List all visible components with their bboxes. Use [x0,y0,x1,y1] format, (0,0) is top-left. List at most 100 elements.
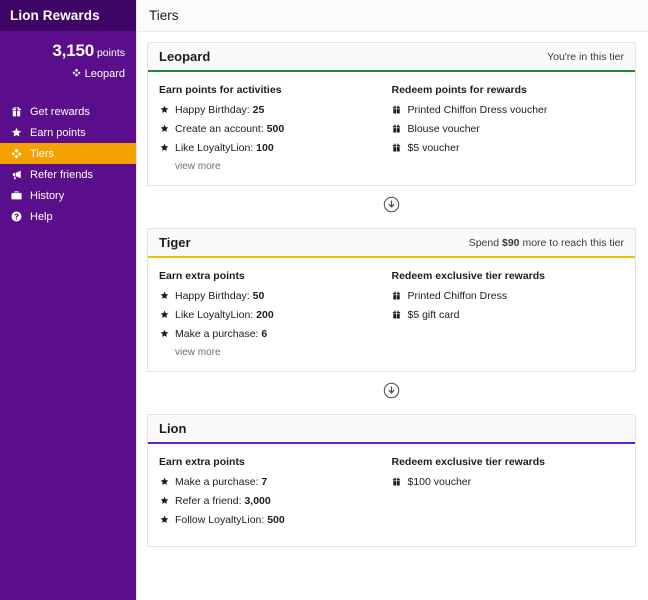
gift-icon [392,104,402,114]
sidebar-item-get-rewards[interactable]: Get rewards [0,101,136,122]
earn-item: Like LoyaltyLion: 200 [159,309,392,322]
star-icon [159,328,169,338]
arrow-down-circle-icon[interactable] [383,382,400,404]
tiers-list: Leopard You're in this tier Earn points … [137,32,648,600]
points-line: 3,150 points [10,41,125,61]
redeem-item-label: $5 voucher [407,142,460,154]
points-summary: 3,150 points Leopard [0,31,136,80]
main-content: Tiers Leopard You're in this tier Earn p… [136,0,648,600]
gift-icon [392,290,402,300]
view-more-link[interactable]: view more [175,161,392,172]
star-icon [159,290,169,300]
redeem-heading: Redeem points for rewards [391,84,527,96]
current-tier-badge: Leopard [10,68,125,80]
megaphone-icon [10,169,23,180]
redeem-item: $100 voucher [392,476,625,489]
tier-connector [147,186,636,228]
earn-item-label: Happy Birthday: [175,290,253,302]
tier-status-suffix: more to reach this tier [519,236,624,249]
star-icon [159,495,169,505]
earn-item-label: Happy Birthday: [175,104,253,116]
earn-item-value: 500 [267,514,285,526]
redeem-item-label: Blouse voucher [407,123,480,135]
tier-status-value: $90 [502,236,520,249]
tier-name: Lion [159,421,187,436]
redeem-item: Blouse voucher [392,123,625,136]
gift-icon [10,106,23,117]
view-more-link[interactable]: view more [175,347,392,358]
sidebar-item-history[interactable]: History [0,185,136,206]
earn-item-value: 6 [261,328,268,340]
redeem-column: Redeem points for rewards Printed Chiffo… [392,84,625,172]
tier-card-header: Lion [148,415,635,444]
earn-item-value: 3,000 [244,495,271,507]
tier-connector [147,372,636,414]
redeem-item: Printed Chiffon Dress [392,290,625,303]
sidebar-item-help[interactable]: Help [0,206,136,227]
briefcase-icon [10,190,23,201]
tier-name: Tiger [159,235,191,250]
arrow-down-circle-icon[interactable] [383,196,400,218]
earn-item: Follow LoyaltyLion: 500 [159,514,392,527]
sidebar-header: Lion Rewards [0,0,136,31]
earn-item: Happy Birthday: 25 [159,104,392,117]
earn-item-label: Like LoyaltyLion: [175,309,257,321]
earn-column: Earn points for activities Happy Birthda… [159,84,392,172]
tier-status-prefix: Spend [468,236,502,249]
earn-item-value: 25 [252,104,265,116]
page-title: Tiers [149,8,179,23]
earn-item: Make a purchase: 6 [159,328,392,341]
tier-card: Leopard You're in this tier Earn points … [147,42,636,186]
tier-card: Tiger Spend $90 more to reach this tier … [147,228,636,372]
sidebar-item-label: Tiers [30,147,55,160]
sidebar-item-label: Refer friends [30,168,93,181]
redeem-item-label: Printed Chiffon Dress [407,290,508,302]
earn-item: Like LoyaltyLion: 100 [159,142,392,155]
sidebar-item-refer-friends[interactable]: Refer friends [0,164,136,185]
earn-item-label: Refer a friend: [175,495,245,507]
earn-item: Happy Birthday: 50 [159,290,392,303]
star-icon [159,123,169,133]
earn-item-label: Follow LoyaltyLion: [175,514,268,526]
sidebar-item-label: Earn points [30,126,86,139]
tier-card-header: Tiger Spend $90 more to reach this tier [148,229,635,258]
earn-item-value: 100 [256,142,274,154]
earn-item: Create an account: 500 [159,123,392,136]
redeem-column: Redeem exclusive tier rewards $100 vouch… [392,456,625,533]
redeem-item: Printed Chiffon Dress voucher [392,104,625,117]
gem-icon [10,148,23,159]
redeem-item: $5 gift card [392,309,625,322]
app-title: Lion Rewards [10,8,100,23]
earn-item: Refer a friend: 3,000 [159,495,392,508]
current-tier-name: Leopard [84,68,125,80]
sidebar-item-tiers[interactable]: Tiers [0,143,136,164]
question-circle-icon [10,211,23,222]
redeem-item-label: $100 voucher [407,476,472,488]
sidebar-item-earn-points[interactable]: Earn points [0,122,136,143]
star-icon [159,476,169,486]
points-value: 3,150 [52,41,94,60]
star-icon [159,142,169,152]
gift-icon [392,123,402,133]
sidebar-item-label: Help [30,210,53,223]
gift-icon [392,476,402,486]
earn-item-value: 200 [256,309,274,321]
tier-card-header: Leopard You're in this tier [148,43,635,72]
tier-name: Leopard [159,49,211,64]
tier-card-body: Earn extra points Happy Birthday: 50 Lik… [148,258,635,371]
earn-item-value: 7 [261,476,268,488]
earn-item-value: 50 [252,290,265,302]
earn-heading: Earn extra points [159,456,245,468]
gift-icon [392,309,402,319]
tier-card-body: Earn extra points Make a purchase: 7 Ref… [148,444,635,546]
tier-card: Lion Earn extra points Make a purchase: … [147,414,636,547]
earn-item-label: Create an account: [175,123,267,135]
earn-column: Earn extra points Make a purchase: 7 Ref… [159,456,392,533]
gem-icon [72,68,81,80]
gift-icon [392,142,402,152]
earn-heading: Earn points for activities [159,84,282,96]
points-label: points [96,47,125,59]
redeem-heading: Redeem exclusive tier rewards [391,270,546,282]
sidebar: Lion Rewards 3,150 points Leopard Get rew… [0,0,136,600]
star-icon [159,514,169,524]
